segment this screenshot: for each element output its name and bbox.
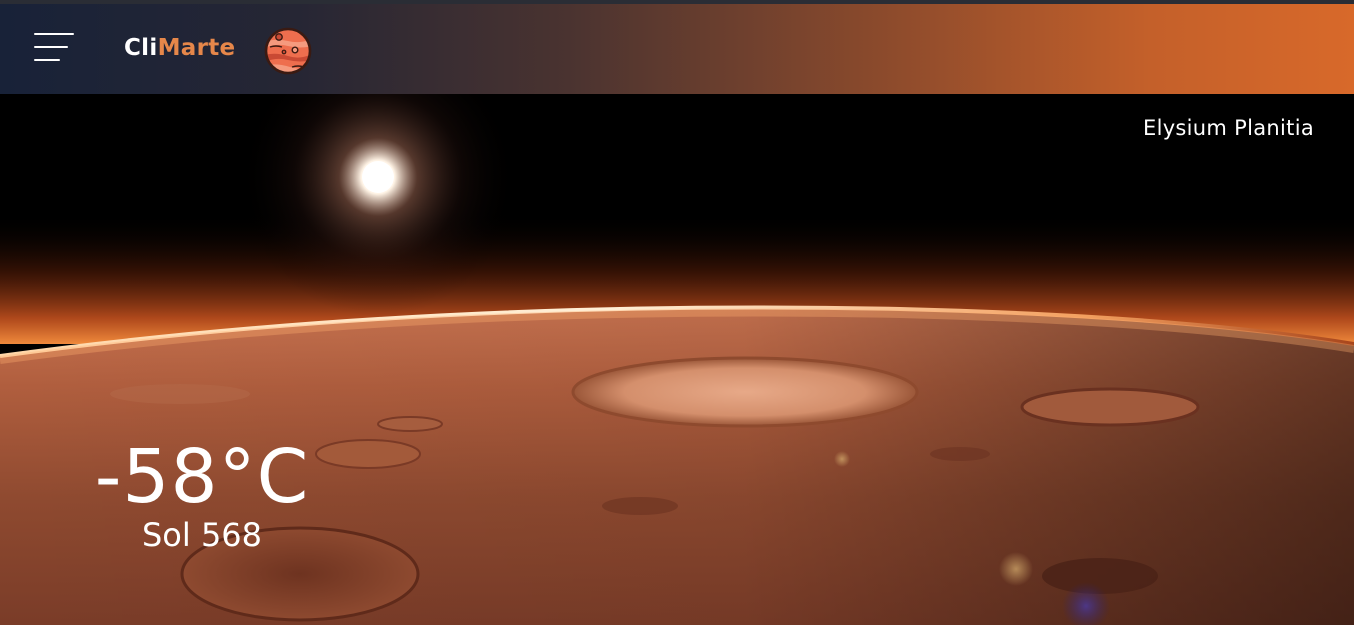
sol-label: Sol 568: [141, 516, 263, 554]
brand-part-2: Marte: [157, 35, 236, 61]
menu-line-3: [34, 59, 60, 61]
menu-line-2: [34, 46, 68, 48]
brand-part-1: Cli: [124, 35, 158, 61]
temperature-value: -58°C: [94, 434, 310, 520]
brand-logo-text[interactable]: CliMarte: [124, 34, 235, 62]
location-label: Elysium Planitia: [1143, 116, 1314, 140]
mars-hero-image: Elysium Planitia -58°C Sol 568: [0, 94, 1354, 625]
menu-line-1: [34, 33, 74, 35]
mars-planet-icon: [264, 27, 312, 75]
weather-summary: -58°C Sol 568: [82, 434, 322, 554]
navbar: CliMarte: [0, 4, 1354, 94]
hamburger-menu-button[interactable]: [30, 30, 76, 64]
